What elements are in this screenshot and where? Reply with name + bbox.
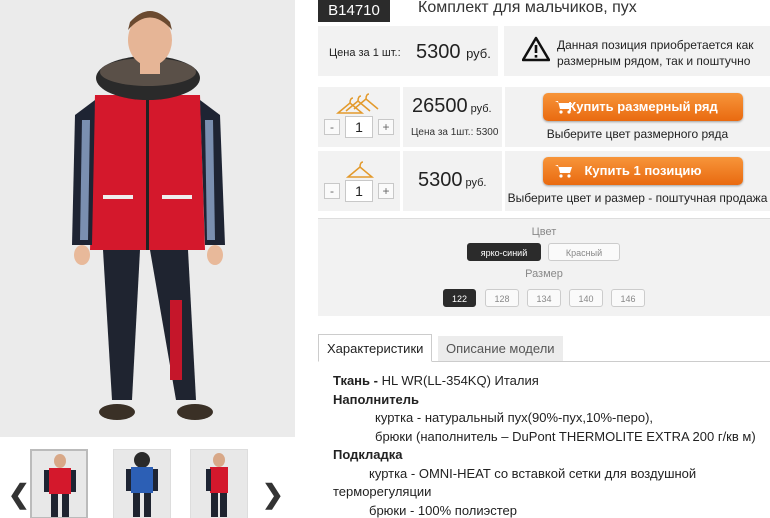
size-range-sub-price: Цена за 1шт.: 5300	[411, 127, 499, 138]
product-photo[interactable]	[0, 0, 295, 437]
notice-line-2: размерным рядом, так и поштучно	[557, 54, 751, 68]
plus-button[interactable]: +	[378, 183, 394, 199]
unit-price-label: Цена за 1 шт.:	[329, 47, 401, 59]
size-option-128[interactable]: 128	[485, 289, 519, 307]
size-range-buy-cell: Купить размерный ряд Выберите цвет разме…	[505, 87, 770, 147]
size-option-134[interactable]: 134	[527, 289, 561, 307]
single-stepper: - 1 +	[324, 180, 394, 202]
color-swatch-red[interactable]: Красный	[548, 243, 620, 261]
color-swatch-blue[interactable]: ярко-синий	[467, 243, 541, 261]
buy-size-range-button[interactable]: Купить размерный ряд	[543, 93, 743, 121]
single-price-cell: 5300 руб.	[403, 151, 502, 211]
single-hint: Выберите цвет и размер - поштучная прода…	[507, 191, 768, 205]
quantity-input[interactable]: 1	[345, 180, 373, 202]
unit-price-box: Цена за 1 шт.: 5300 руб.	[318, 26, 498, 76]
buy-single-button[interactable]: Купить 1 позицию	[543, 157, 743, 185]
color-label: Цвет	[531, 226, 557, 238]
purchase-notice: Данная позиция приобретается как размерн…	[504, 26, 770, 76]
size-range-price-cell: 26500 руб. Цена за 1шт.: 5300	[403, 87, 502, 147]
single-item-row: - 1 + 5300 руб. Купить 1 позицию Выберите…	[318, 151, 770, 211]
tab-specs[interactable]: Характеристики	[318, 334, 433, 362]
cart-icon	[555, 101, 572, 114]
lining-heading: Подкладка	[333, 447, 403, 462]
thumbnail-blue[interactable]	[113, 449, 171, 518]
tab-description[interactable]: Описание модели	[438, 336, 563, 361]
size-option-146[interactable]: 146	[611, 289, 645, 307]
warning-icon	[522, 36, 550, 62]
sku-badge: B14710	[318, 0, 390, 22]
filler-heading: Наполнитель	[333, 391, 420, 407]
fabric-label: Ткань -	[333, 373, 382, 388]
options-panel: Цвет ярко-синий Красный Размер 122 128 1…	[318, 218, 770, 316]
quantity-input[interactable]: 1	[345, 116, 373, 138]
filler-jacket: куртка - натуральный пух(90%-пух,10%-пер…	[375, 410, 654, 425]
fabric-value: HL WR(LL-354KQ) Италия	[381, 373, 539, 388]
product-title: Комплект для мальчиков, пух	[418, 0, 637, 16]
thumbnail-strip: ❮ ❯	[0, 441, 295, 518]
minus-button[interactable]: -	[324, 119, 340, 135]
unit-price-value: 5300 руб.	[416, 41, 491, 63]
chevron-left-icon[interactable]: ❮	[8, 481, 30, 507]
lining-pants: брюки - 100% полиэстер	[369, 502, 518, 518]
size-range-hint: Выберите цвет размерного ряда	[546, 127, 729, 141]
fabric-line: Ткань - HL WR(LL-354KQ) Италия	[333, 372, 763, 391]
hangers-icon	[336, 93, 379, 114]
thumbnail-red[interactable]	[30, 449, 88, 518]
buy-size-range-label: Купить размерный ряд	[568, 99, 718, 114]
chevron-right-icon[interactable]: ❯	[262, 481, 284, 507]
single-qty-cell: - 1 +	[318, 151, 400, 211]
info-tabs: Характеристики Описание модели	[318, 334, 770, 362]
size-range-price: 26500 руб.	[412, 95, 492, 117]
plus-button[interactable]: +	[378, 119, 394, 135]
size-option-122[interactable]: 122	[443, 289, 476, 307]
filler-pants: брюки (наполнитель – DuPont THERMOLITE E…	[375, 428, 756, 444]
size-option-140[interactable]: 140	[569, 289, 603, 307]
minus-button[interactable]: -	[324, 183, 340, 199]
lining-jacket: куртка - OMNI-HEAT со вставкой сетки для…	[369, 465, 697, 481]
size-label: Размер	[525, 268, 563, 280]
hanger-icon	[345, 161, 375, 178]
size-range-row: - 1 + 26500 руб. Цена за 1шт.: 5300 Купит…	[318, 87, 770, 147]
single-price: 5300 руб.	[418, 169, 487, 191]
size-range-qty-cell: - 1 +	[318, 87, 400, 147]
thumbnail-red-side[interactable]	[190, 449, 248, 518]
size-range-stepper: - 1 +	[324, 116, 394, 138]
lining-jacket-cont: терморегуляции	[333, 484, 432, 499]
specs-content: Ткань - HL WR(LL-354KQ) Италия Наполните…	[333, 372, 763, 518]
cart-icon	[555, 165, 572, 178]
single-buy-cell: Купить 1 позицию Выберите цвет и размер …	[505, 151, 770, 211]
buy-single-label: Купить 1 позицию	[584, 163, 702, 178]
notice-line-1: Данная позиция приобретается как	[557, 38, 754, 52]
